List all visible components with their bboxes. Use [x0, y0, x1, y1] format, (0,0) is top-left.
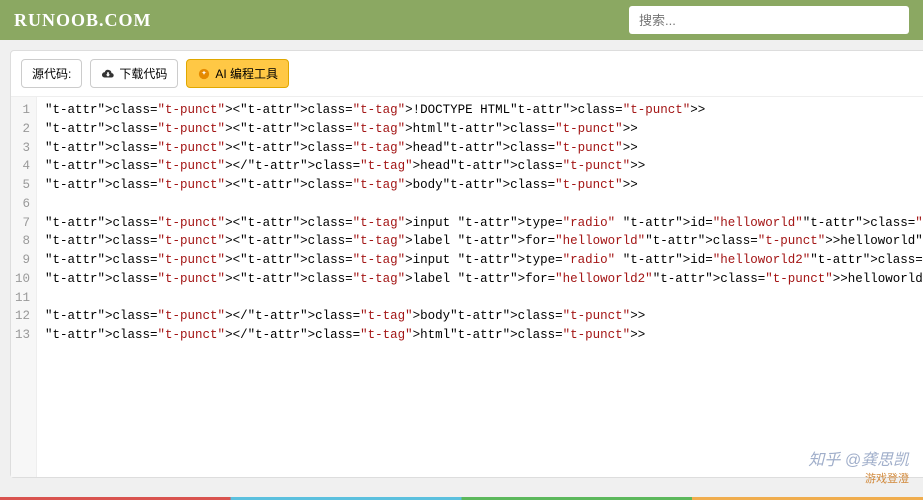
- site-logo[interactable]: RUNOOB.COM: [14, 10, 152, 31]
- ai-icon: [197, 68, 211, 80]
- main-area: 源代码: 下载代码 AI 编程工具 点击运行 12345678910111213…: [0, 40, 923, 488]
- watermark-sub: 游戏登澄: [808, 470, 909, 486]
- search-container: [629, 6, 909, 34]
- code-editor[interactable]: 12345678910111213 "t-attr">class="t-punc…: [11, 97, 923, 477]
- watermark-main: 知乎 @龚思凯: [808, 452, 909, 469]
- source-panel: 源代码: 下载代码 AI 编程工具 点击运行 12345678910111213…: [10, 50, 923, 478]
- ai-tool-button[interactable]: AI 编程工具: [186, 59, 289, 88]
- download-button[interactable]: 下载代码: [90, 59, 178, 88]
- download-label: 下载代码: [119, 65, 167, 82]
- source-label-button: 源代码:: [21, 59, 82, 88]
- ai-label: AI 编程工具: [215, 65, 278, 82]
- watermark: 知乎 @龚思凯 游戏登澄: [808, 446, 909, 486]
- source-toolbar: 源代码: 下载代码 AI 编程工具 点击运行: [11, 51, 923, 97]
- header: RUNOOB.COM: [0, 0, 923, 40]
- cloud-download-icon: [101, 68, 115, 80]
- line-gutter: 12345678910111213: [11, 97, 37, 477]
- code-content[interactable]: "t-attr">class="t-punct"><"t-attr">class…: [37, 97, 923, 477]
- source-label: 源代码:: [32, 65, 71, 82]
- search-input[interactable]: [629, 6, 909, 34]
